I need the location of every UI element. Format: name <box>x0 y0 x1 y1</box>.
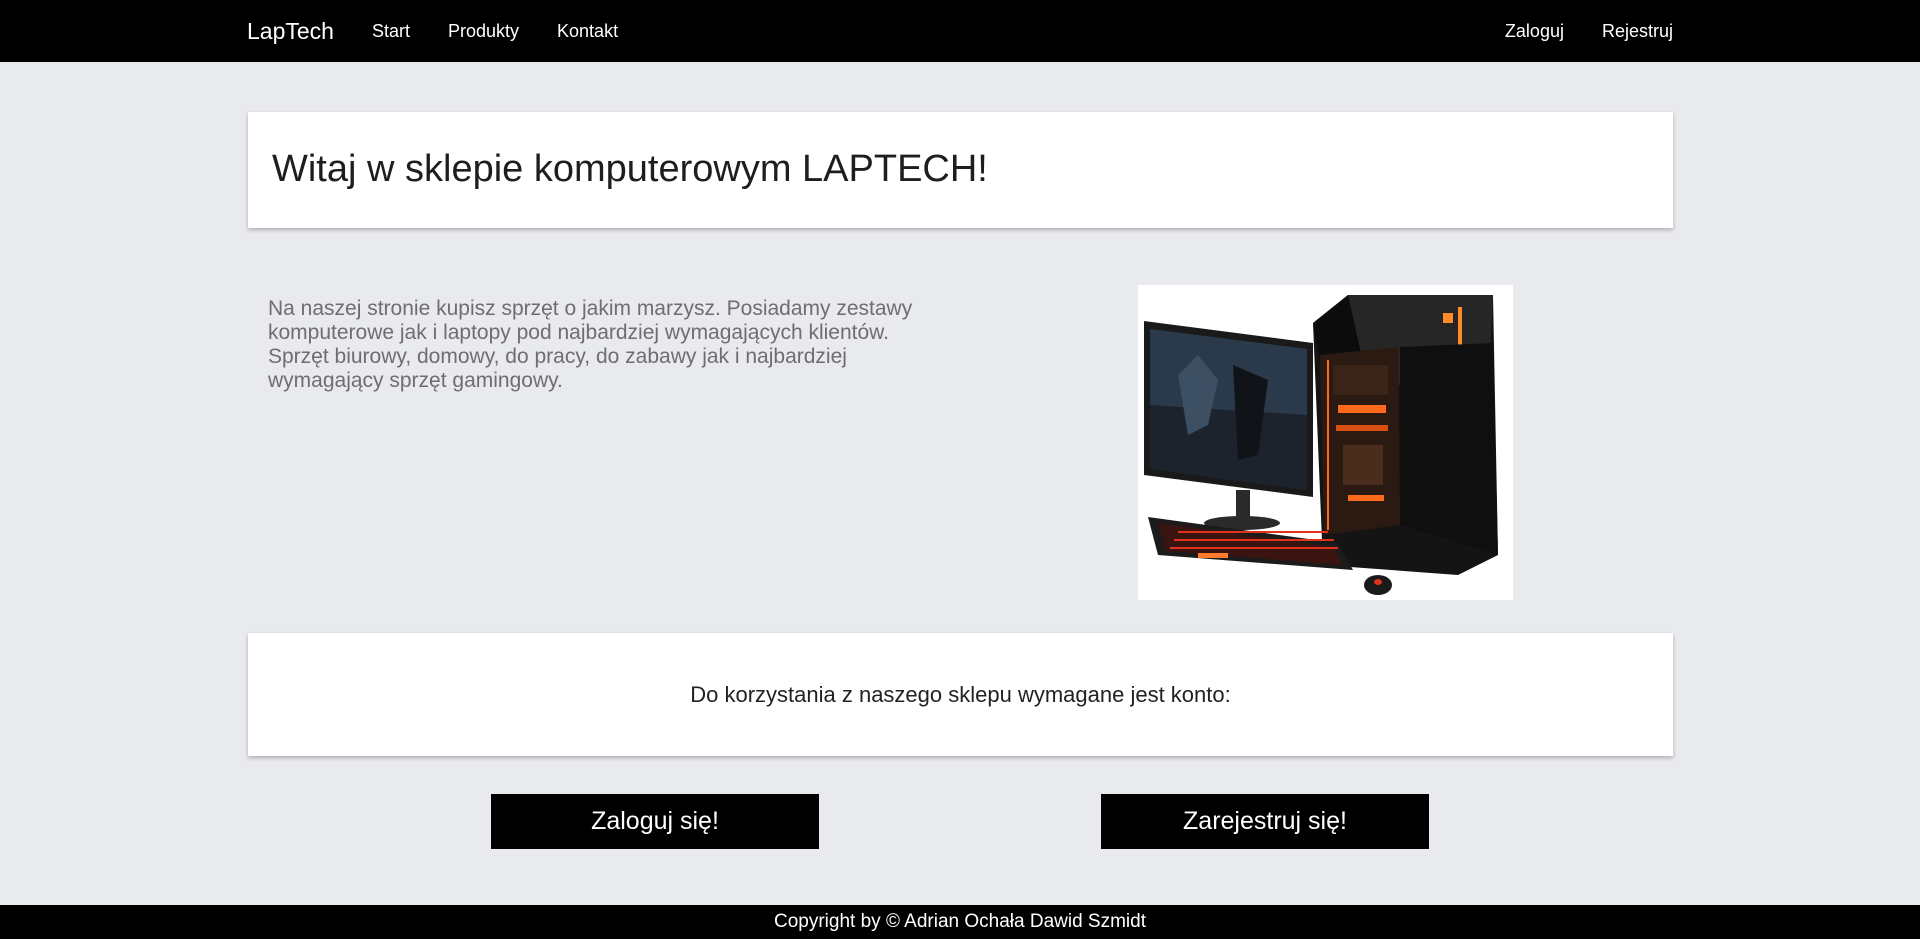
nav-right-group: Zaloguj Rejestruj <box>1467 21 1673 42</box>
register-button[interactable]: Zarejestruj się! <box>1101 794 1429 849</box>
brand-logo-link[interactable]: LapTech <box>247 18 334 45</box>
navbar-inner: LapTech Start Produkty Kontakt Zaloguj R… <box>247 0 1673 62</box>
page-title: Witaj w sklepie komputerowym LAPTECH! <box>272 148 988 190</box>
login-button[interactable]: Zaloguj się! <box>491 794 819 849</box>
welcome-card: Witaj w sklepie komputerowym LAPTECH! <box>248 112 1673 228</box>
copyright-text: Copyright by © Adrian Ochała Dawid Szmid… <box>774 911 1146 932</box>
account-required-text: Do korzystania z naszego sklepu wymagane… <box>690 682 1231 707</box>
gaming-pc-icon <box>1138 285 1513 600</box>
nav-link-start[interactable]: Start <box>372 21 410 42</box>
top-navbar: LapTech Start Produkty Kontakt Zaloguj R… <box>0 0 1920 62</box>
intro-paragraph: Na naszej stronie kupisz sprzęt o jakim … <box>268 297 913 392</box>
nav-link-products[interactable]: Produkty <box>448 21 519 42</box>
nav-link-contact[interactable]: Kontakt <box>557 21 618 42</box>
nav-link-login[interactable]: Zaloguj <box>1505 21 1564 42</box>
nav-link-register[interactable]: Rejestruj <box>1602 21 1673 42</box>
account-info-card: Do korzystania z naszego sklepu wymagane… <box>248 633 1673 756</box>
gaming-pc-image <box>1138 285 1513 600</box>
footer: Copyright by © Adrian Ochała Dawid Szmid… <box>0 905 1920 939</box>
